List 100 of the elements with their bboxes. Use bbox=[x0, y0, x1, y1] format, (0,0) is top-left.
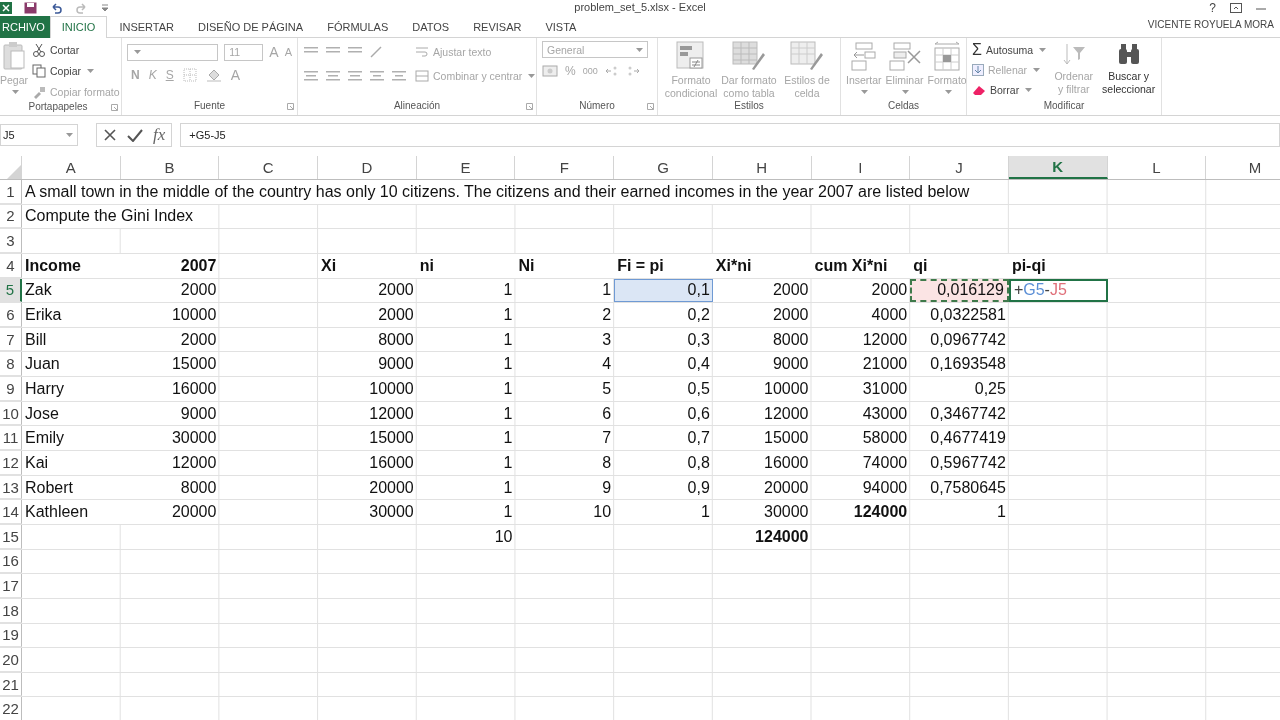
table-cell-text: 15000 bbox=[763, 428, 810, 449]
table-cell: Juan bbox=[22, 352, 121, 377]
table-cell-text: 4000 bbox=[870, 305, 909, 325]
table-cell-text: 58000 bbox=[861, 428, 909, 449]
font-name-field[interactable] bbox=[127, 43, 219, 61]
table-cell-text: 0,4677419 bbox=[929, 428, 1007, 449]
row-header[interactable]: 5 bbox=[0, 278, 22, 303]
table-cell-text: 8000 bbox=[179, 477, 218, 498]
cut-button[interactable]: Cortar bbox=[32, 41, 120, 59]
row-header[interactable]: 20 bbox=[0, 648, 22, 672]
column-header[interactable]: H bbox=[712, 156, 812, 179]
caret-icon bbox=[86, 69, 94, 73]
table-cell-text: 9 bbox=[601, 477, 613, 498]
insert-function-button[interactable]: fx bbox=[153, 125, 166, 145]
autosum-button[interactable]: Σ Autosuma bbox=[972, 41, 1047, 59]
help-button[interactable]: ? bbox=[1209, 1, 1216, 15]
row-header[interactable]: 15 bbox=[0, 524, 22, 549]
group-label: Portapapeles bbox=[28, 101, 88, 114]
column-header[interactable]: K bbox=[1008, 156, 1108, 179]
table-cell-text: 10 bbox=[493, 526, 514, 547]
table-cell-text: 2000 bbox=[377, 305, 415, 325]
row-header[interactable]: 18 bbox=[0, 598, 22, 623]
table-cell: Zak bbox=[22, 278, 121, 303]
column-header[interactable]: C bbox=[219, 156, 319, 179]
fill-down-icon bbox=[972, 64, 984, 76]
launcher-icon bbox=[111, 104, 118, 111]
table-cell: Xi bbox=[318, 253, 417, 278]
caret-icon bbox=[528, 74, 536, 78]
table-cell-text: 124000 bbox=[852, 502, 909, 523]
row-header[interactable]: 17 bbox=[0, 574, 22, 598]
editing-cell[interactable]: +G5-J5 bbox=[1008, 278, 1108, 303]
group-label: Número bbox=[579, 100, 615, 113]
table-cell-text: 30000 bbox=[368, 502, 415, 523]
ribbon-tab[interactable]: FÓRMULAS bbox=[315, 16, 401, 37]
user-name: VICENTE ROYUELA MORA bbox=[1147, 19, 1274, 30]
table-cell-text: 21000 bbox=[861, 354, 909, 375]
table-cell-text: 12000 bbox=[763, 403, 810, 424]
ribbon-tab[interactable]: DATOS bbox=[400, 16, 462, 37]
formula-field[interactable]: +G5-J5 bbox=[180, 123, 1280, 147]
row-header[interactable]: 19 bbox=[0, 623, 22, 648]
column-header[interactable]: E bbox=[416, 156, 516, 179]
customize-icon bbox=[101, 4, 109, 12]
column-header[interactable]: M bbox=[1206, 156, 1280, 179]
column-header[interactable]: J bbox=[910, 156, 1009, 179]
clipboard-icon bbox=[3, 41, 25, 71]
table-cell-text: 124000 bbox=[754, 526, 810, 547]
table-cell-text: 2000 bbox=[377, 280, 415, 301]
paint-bucket-icon bbox=[205, 68, 222, 82]
wrap-text-icon bbox=[415, 46, 429, 58]
table-cell-text: 94000 bbox=[861, 477, 909, 498]
column-header[interactable]: G bbox=[614, 156, 713, 179]
caret-icon bbox=[902, 90, 910, 94]
find-select-button[interactable]: Buscar y seleccionar bbox=[1101, 41, 1156, 100]
table-cell-text: 1 bbox=[502, 477, 514, 498]
ribbon-tab[interactable]: VISTA bbox=[533, 16, 589, 37]
ribbon-options-icon bbox=[1230, 3, 1242, 13]
format-cells-icon bbox=[932, 41, 963, 71]
table-cell-text: 12000 bbox=[368, 403, 415, 424]
column-header[interactable]: A bbox=[22, 156, 121, 179]
file-tab[interactable]: RCHIVO bbox=[0, 16, 50, 38]
name-box[interactable]: J5 bbox=[0, 124, 78, 146]
conditional-format-icon bbox=[676, 41, 706, 71]
copy-button[interactable]: Copiar bbox=[32, 62, 120, 80]
table-cell-text: 1 bbox=[502, 403, 514, 424]
table-cell-text: 12000 bbox=[861, 329, 909, 350]
table-cell-text: 0,7580645 bbox=[929, 477, 1007, 498]
table-cell-text: 0,25 bbox=[973, 378, 1007, 399]
row-header[interactable]: 16 bbox=[0, 549, 22, 574]
row-header[interactable]: 21 bbox=[0, 672, 22, 697]
table-cell-text: 20000 bbox=[368, 477, 415, 498]
table-cell-text: 2 bbox=[601, 305, 613, 325]
row-header[interactable]: 3 bbox=[0, 229, 22, 253]
align-center-icon bbox=[325, 70, 341, 82]
ribbon-tab[interactable]: INICIO bbox=[49, 16, 108, 38]
column-header[interactable]: B bbox=[120, 156, 220, 179]
ribbon-tab[interactable]: REVISAR bbox=[461, 16, 534, 37]
column-header[interactable]: L bbox=[1107, 156, 1207, 179]
group-label: Estilos bbox=[734, 100, 764, 113]
table-cell-text: 1 bbox=[995, 502, 1007, 523]
table-cell-text: 1 bbox=[502, 280, 514, 301]
decimal-icon bbox=[604, 65, 619, 77]
table-cell-text: 9000 bbox=[377, 354, 415, 375]
table-cell-text: 9000 bbox=[179, 403, 218, 424]
row-header[interactable]: 22 bbox=[0, 697, 22, 720]
table-cell-text: 1 bbox=[601, 280, 613, 301]
table-cell: Fi = pi bbox=[614, 253, 713, 278]
caret-icon bbox=[636, 47, 643, 52]
ribbon-tab[interactable]: INSERTAR bbox=[107, 16, 186, 37]
undo-icon bbox=[49, 2, 63, 14]
table-cell-text: 74000 bbox=[861, 452, 909, 473]
column-header[interactable]: I bbox=[811, 156, 911, 179]
ribbon-tab[interactable]: DISEÑO DE PÁGINA bbox=[186, 16, 316, 37]
clear-button[interactable]: Borrar bbox=[972, 81, 1047, 99]
column-header[interactable]: D bbox=[318, 156, 417, 179]
table-cell-text: 43000 bbox=[861, 403, 909, 424]
table-cell-text: 1 bbox=[502, 502, 514, 523]
table-cell-text: 0,3 bbox=[686, 329, 711, 350]
column-header[interactable]: F bbox=[515, 156, 615, 179]
table-cell-text: 16000 bbox=[170, 378, 218, 399]
table-cell-text: 7 bbox=[601, 428, 613, 449]
